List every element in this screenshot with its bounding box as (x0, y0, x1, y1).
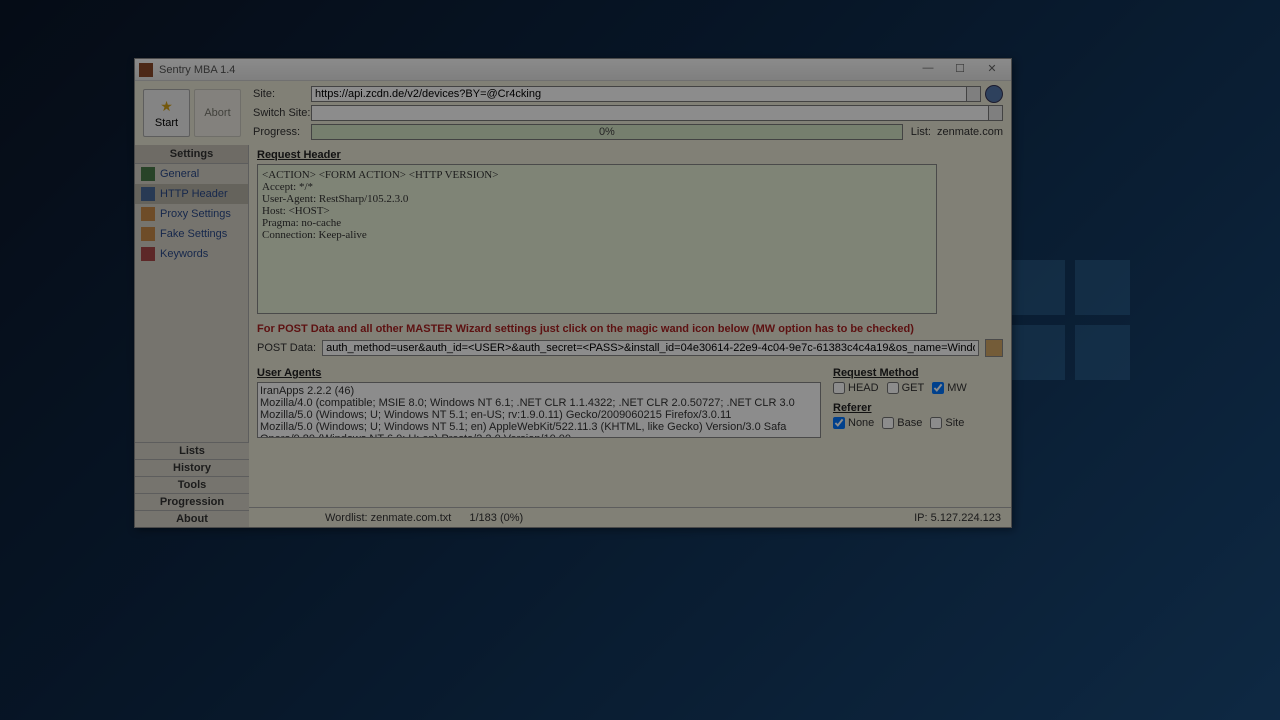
star-icon: ★ (160, 98, 173, 115)
cb-base[interactable]: Base (882, 417, 922, 429)
site-dropdown[interactable] (967, 86, 981, 102)
switch-dropdown[interactable] (989, 105, 1003, 121)
switch-input[interactable] (311, 105, 989, 121)
cb-none[interactable]: None (833, 417, 874, 429)
cb-site[interactable]: Site (930, 417, 964, 429)
cb-get[interactable]: GET (887, 382, 925, 394)
sidebar-item-httpheader[interactable]: HTTP Header (135, 184, 248, 204)
site-input[interactable] (311, 86, 967, 102)
status-ip: IP: 5.127.224.123 (914, 512, 1001, 524)
titlebar[interactable]: Sentry MBA 1.4 — ☐ ✕ (135, 59, 1011, 81)
postdata-label: POST Data: (257, 342, 316, 354)
sidebar-item-proxy[interactable]: Proxy Settings (135, 204, 248, 224)
list-label: List: (911, 126, 931, 138)
progress-bar: 0% (311, 124, 903, 140)
request-header-input[interactable]: <ACTION> <FORM ACTION> <HTTP VERSION> Ac… (257, 164, 937, 314)
proxy-icon (141, 207, 155, 221)
nav-lists[interactable]: Lists (135, 442, 249, 459)
close-button[interactable]: ✕ (977, 62, 1007, 78)
sidebar-item-general[interactable]: General (135, 164, 248, 184)
maximize-button[interactable]: ☐ (945, 62, 975, 78)
http-icon (141, 187, 155, 201)
nav-progression[interactable]: Progression (135, 493, 249, 510)
nav-about[interactable]: About (135, 510, 249, 527)
request-header-title: Request Header (257, 149, 1003, 161)
list-value: zenmate.com (937, 126, 1003, 138)
sidebar-item-keywords[interactable]: Keywords (135, 244, 248, 264)
list-item[interactable]: Mozilla/5.0 (Windows; U; Windows NT 5.1;… (260, 409, 818, 421)
minimize-button[interactable]: — (913, 62, 943, 78)
keywords-icon (141, 247, 155, 261)
sidebar-item-fake[interactable]: Fake Settings (135, 224, 248, 244)
site-label: Site: (253, 88, 311, 100)
toolbar: ★ Start Abort Site: Switch Site: Progres… (135, 81, 1011, 145)
nav-history[interactable]: History (135, 459, 249, 476)
wand-icon[interactable] (985, 339, 1003, 357)
nav-tools[interactable]: Tools (135, 476, 249, 493)
list-item[interactable]: Mozilla/5.0 (Windows; U; Windows NT 5.1;… (260, 421, 818, 433)
referer-title: Referer (833, 402, 1003, 414)
cb-mw[interactable]: MW (932, 382, 967, 394)
status-bar: Wordlist: zenmate.com.txt 1/183 (0%) IP:… (135, 507, 1011, 527)
app-window: Sentry MBA 1.4 — ☐ ✕ ★ Start Abort Site:… (134, 58, 1012, 528)
postdata-input[interactable] (322, 340, 979, 356)
abort-button[interactable]: Abort (194, 89, 241, 137)
hint-text: For POST Data and all other MASTER Wizar… (257, 323, 1003, 335)
user-agents-list[interactable]: IranApps 2.2.2 (46) Mozilla/4.0 (compati… (257, 382, 821, 438)
go-button[interactable] (985, 85, 1003, 103)
main-panel: Request Header <ACTION> <FORM ACTION> <H… (249, 145, 1011, 507)
start-button[interactable]: ★ Start (143, 89, 190, 137)
user-agents-title: User Agents (257, 367, 821, 379)
window-title: Sentry MBA 1.4 (159, 64, 911, 76)
wordlist-label: Wordlist: zenmate.com.txt (325, 512, 451, 524)
app-icon (139, 63, 153, 77)
list-item[interactable]: Opera/9.80 (Windows NT 6.0; U; en) Prest… (260, 433, 818, 438)
status-progress: 1/183 (0%) (469, 512, 523, 524)
list-item[interactable]: IranApps 2.2.2 (46) (260, 385, 818, 397)
list-item[interactable]: Mozilla/4.0 (compatible; MSIE 8.0; Windo… (260, 397, 818, 409)
sidebar: Settings General HTTP Header Proxy Setti… (135, 145, 249, 507)
fake-icon (141, 227, 155, 241)
progress-label: Progress: (253, 126, 311, 138)
switch-label: Switch Site: (253, 107, 311, 119)
gear-icon (141, 167, 155, 181)
cb-head[interactable]: HEAD (833, 382, 879, 394)
request-method-title: Request Method (833, 367, 1003, 379)
sidebar-header: Settings (135, 145, 248, 164)
